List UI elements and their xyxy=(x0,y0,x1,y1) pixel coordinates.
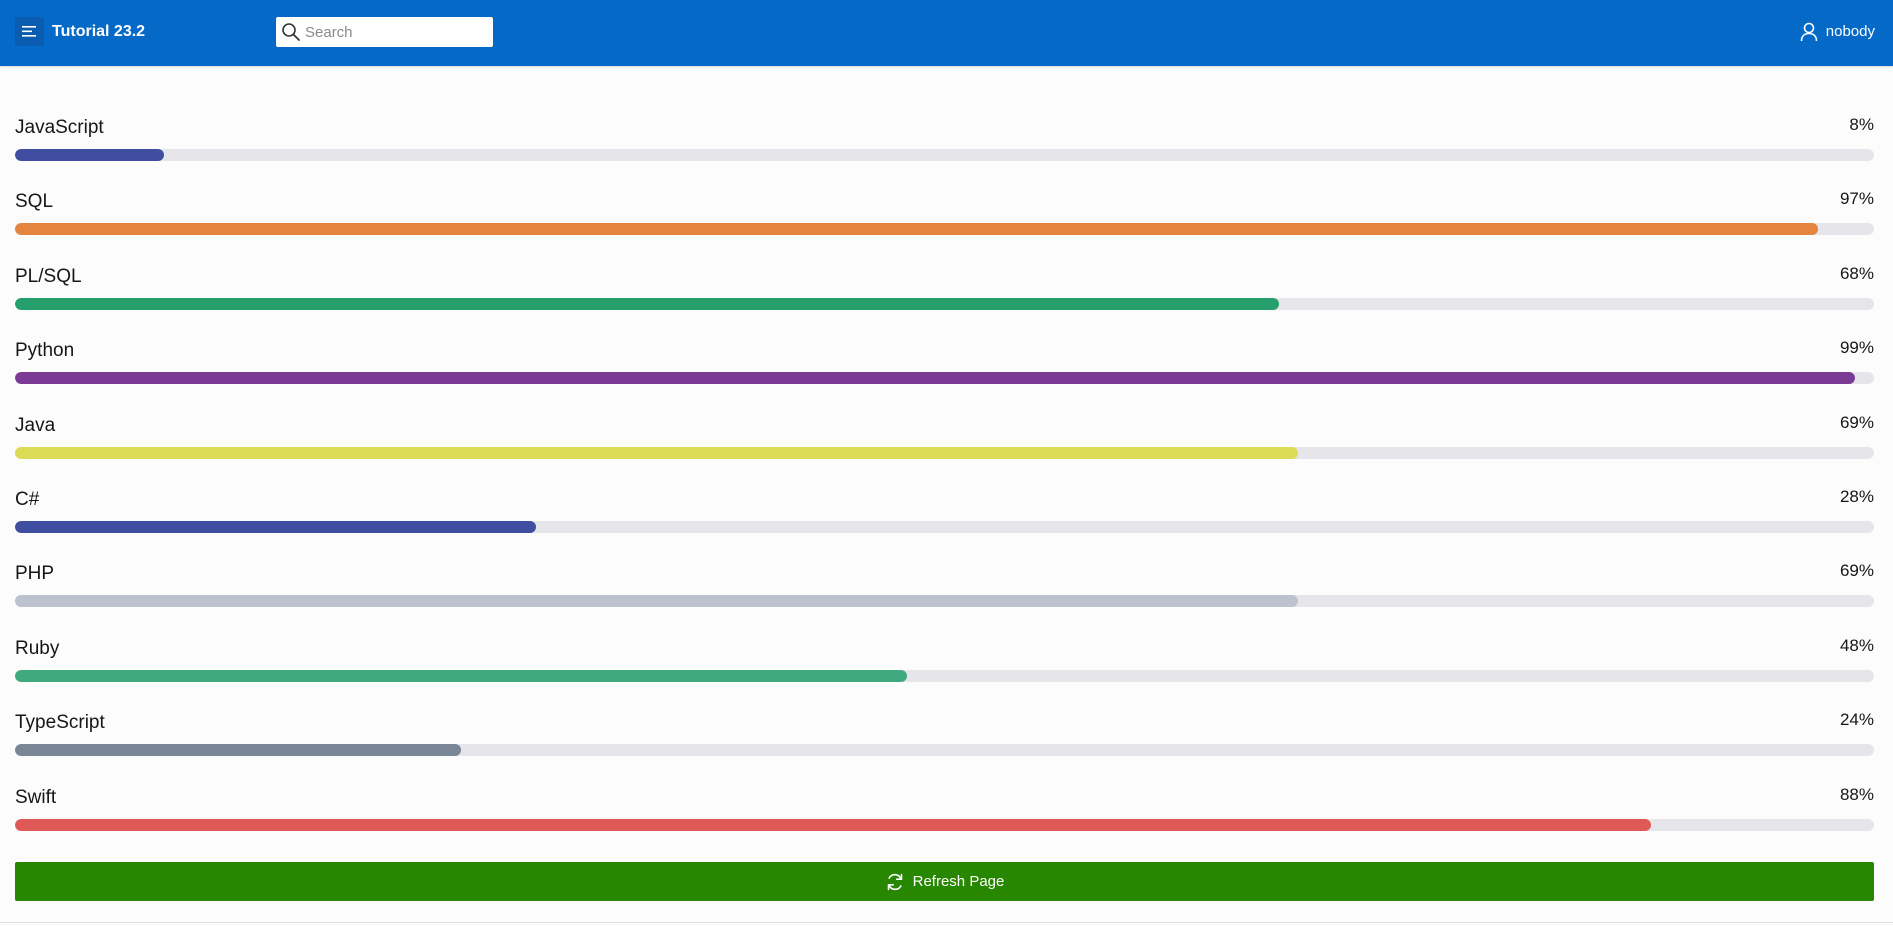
top-navigation-bar: Tutorial 23.2 nobody xyxy=(0,0,1893,66)
app-title[interactable]: Tutorial 23.2 xyxy=(52,21,145,43)
progress-fill xyxy=(15,372,1856,385)
progress-value: 28% xyxy=(1839,486,1874,506)
progress-row: TypeScript 24% xyxy=(15,701,1874,775)
progress-label: Java xyxy=(15,414,56,436)
progress-label: Ruby xyxy=(15,637,60,659)
progress-label: PHP xyxy=(15,563,55,585)
user-name: nobody xyxy=(1825,23,1875,40)
search-icon xyxy=(282,23,300,41)
progress-fill xyxy=(15,669,908,682)
progress-label: Python xyxy=(15,340,75,362)
user-menu[interactable]: nobody xyxy=(1800,20,1875,44)
progress-value: 68% xyxy=(1839,263,1874,283)
search-box[interactable] xyxy=(276,17,493,47)
search-input[interactable] xyxy=(305,17,485,47)
progress-track xyxy=(15,669,1874,682)
progress-track xyxy=(15,520,1874,533)
progress-track xyxy=(15,297,1874,310)
refresh-page-button[interactable]: Refresh Page xyxy=(15,862,1874,901)
progress-row: PHP 69% xyxy=(15,552,1874,626)
progress-value: 48% xyxy=(1839,635,1874,655)
progress-label: PL/SQL xyxy=(15,265,82,287)
progress-label: Swift xyxy=(15,786,57,808)
progress-label: JavaScript xyxy=(15,117,104,138)
progress-fill xyxy=(15,520,536,533)
progress-value: 99% xyxy=(1839,338,1874,358)
progress-fill xyxy=(15,744,462,757)
progress-row: C# 28% xyxy=(15,478,1874,552)
progress-value: 69% xyxy=(1839,412,1874,432)
progress-value: 24% xyxy=(1839,710,1874,730)
progress-row: Python 99% xyxy=(15,329,1874,403)
progress-row: Swift 88% xyxy=(15,776,1874,850)
progress-row: JavaScript 8% xyxy=(15,106,1874,180)
skill-progress-list: JavaScript 8% SQL 97% PL/SQL 68% Python … xyxy=(15,106,1874,850)
progress-value: 88% xyxy=(1839,784,1874,804)
progress-fill xyxy=(15,297,1280,310)
menu-toggle-button[interactable] xyxy=(15,17,44,46)
hamburger-menu-icon xyxy=(22,26,36,37)
progress-fill xyxy=(15,223,1819,236)
progress-label: SQL xyxy=(15,191,54,213)
progress-fill xyxy=(15,818,1651,831)
bottom-divider xyxy=(0,922,1893,923)
progress-track xyxy=(15,595,1874,608)
progress-track xyxy=(15,744,1874,757)
progress-track xyxy=(15,446,1874,459)
progress-value: 97% xyxy=(1839,189,1874,209)
progress-track xyxy=(15,818,1874,831)
progress-value: 69% xyxy=(1839,561,1874,581)
progress-label: TypeScript xyxy=(15,712,105,734)
progress-fill xyxy=(15,595,1298,608)
progress-row: SQL 97% xyxy=(15,180,1874,254)
progress-fill xyxy=(15,149,164,161)
progress-value: 8% xyxy=(1849,115,1874,134)
progress-label: C# xyxy=(15,488,40,510)
refresh-button-label: Refresh Page xyxy=(912,873,1005,890)
progress-row: Ruby 48% xyxy=(15,627,1874,701)
user-icon xyxy=(1800,22,1818,42)
progress-row: PL/SQL 68% xyxy=(15,255,1874,329)
progress-track xyxy=(15,223,1874,236)
progress-track xyxy=(15,149,1874,161)
progress-row: Java 69% xyxy=(15,404,1874,478)
refresh-icon xyxy=(887,873,902,890)
progress-fill xyxy=(15,446,1298,459)
progress-track xyxy=(15,372,1874,385)
